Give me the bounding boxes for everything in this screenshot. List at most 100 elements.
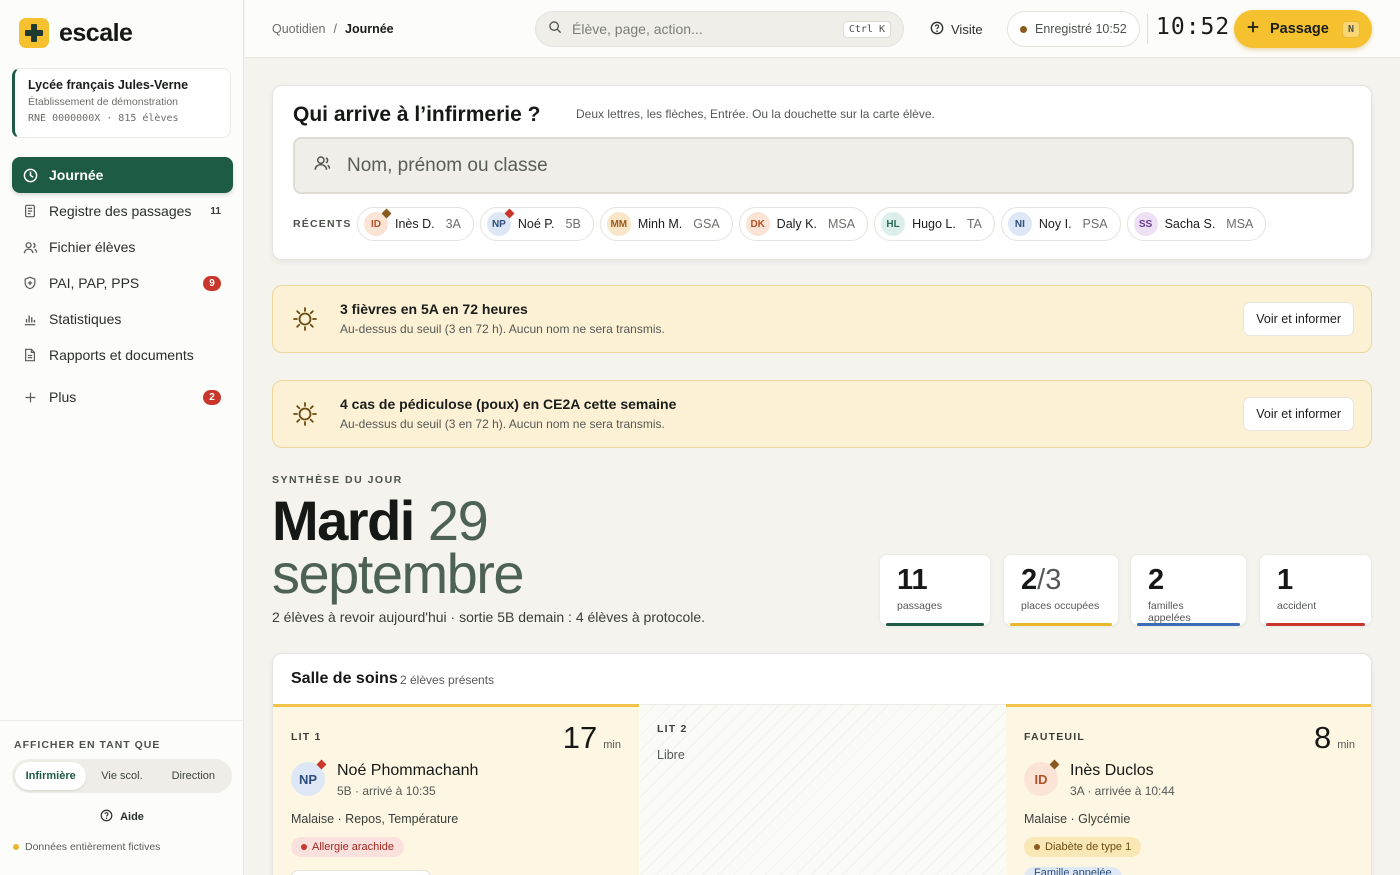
recent-student-chip[interactable]: NI Noy I. PSA	[1000, 207, 1121, 241]
new-passage-label: Passage	[1270, 21, 1329, 37]
report-icon	[22, 347, 38, 363]
avatar: DK	[745, 212, 770, 236]
save-status: Enregistré 10:52	[1007, 11, 1140, 47]
bed-timer: 8 min	[1314, 720, 1355, 756]
global-search-input[interactable]	[572, 21, 843, 37]
role-switcher: Infirmière Vie scol. Direction	[12, 759, 232, 793]
student-meta: 3A · arrivée à 10:44	[1070, 784, 1175, 798]
school-card[interactable]: Lycée français Jules-Verne Établissement…	[12, 68, 231, 138]
avatar: ID	[364, 208, 392, 236]
avatar: NP	[486, 208, 515, 236]
day-summary: 2 élèves à revoir aujourd'hui · sortie 5…	[272, 609, 706, 625]
school-rne: RNE 0000000X · 815 élèves	[28, 113, 179, 124]
passage-shortcut: N	[1341, 20, 1360, 38]
global-search[interactable]: Ctrl K	[535, 11, 904, 47]
sun-icon	[292, 401, 318, 432]
recent-student-chip[interactable]: DK Daly K. MSA	[738, 207, 869, 241]
condition-tag: Diabète de type 1	[1024, 837, 1142, 857]
stat-label: passages	[897, 600, 942, 612]
student-search-input[interactable]	[347, 154, 1334, 177]
status-dot-icon	[301, 844, 307, 850]
student-name[interactable]: Noé Phommachanh	[337, 762, 478, 780]
chip-student-class: MSA	[1226, 217, 1254, 231]
role-option-infirmiere[interactable]: Infirmière	[15, 762, 87, 790]
nav-item-registre[interactable]: Registre des passages 11	[12, 193, 233, 229]
users-icon	[22, 239, 38, 255]
nav-item-rapports[interactable]: Rapports et documents	[12, 337, 233, 373]
plus-icon	[22, 389, 38, 405]
help-label: Aide	[120, 811, 144, 823]
role-option-vie-scolaire[interactable]: Vie scol.	[86, 762, 157, 790]
view-and-inform-button[interactable]: Voir et informer	[1243, 397, 1354, 431]
school-subtitle: Établissement de démonstration	[28, 96, 178, 108]
clock-icon	[22, 167, 38, 183]
stat-accident[interactable]: 1 accident	[1259, 554, 1372, 626]
recent-student-chip[interactable]: ID Inès D. 3A	[357, 207, 474, 241]
alert-flag-icon	[504, 208, 515, 219]
stat-familles[interactable]: 2 familles appelées	[1130, 554, 1247, 626]
bed-slot[interactable]: FAUTEUIL 8 min ID Inès Duclos 3A · arriv…	[1006, 704, 1371, 875]
date-month: septembre	[272, 542, 525, 605]
bar-chart-icon	[22, 311, 38, 327]
cross-logo-icon	[19, 18, 49, 48]
stat-passages[interactable]: 11 passages	[879, 554, 991, 626]
alert-subtitle: Au-dessus du seuil (3 en 72 h). Aucun no…	[340, 322, 665, 336]
bed-minutes: 8	[1314, 720, 1332, 755]
stat-places[interactable]: 2/3 places occupées	[1003, 554, 1119, 626]
recent-student-chip[interactable]: MM Minh M. GSA	[599, 207, 733, 241]
avatar-initials: NI	[1014, 218, 1025, 230]
chip-student-name: Daly K.	[776, 217, 817, 231]
search-icon	[548, 20, 562, 39]
nav-item-plus[interactable]: Plus 2	[12, 379, 233, 415]
care-room-title: Salle de soins	[291, 670, 398, 687]
help-link[interactable]: Aide	[0, 809, 244, 825]
chip-student-name: Minh M.	[637, 217, 683, 231]
shield-icon	[22, 275, 38, 291]
tag-label: Allergie arachide	[312, 841, 394, 853]
arrival-hint: Deux lettres, les flèches, Entrée. Ou la…	[576, 107, 935, 121]
recent-student-chip[interactable]: SS Sacha S. MSA	[1126, 207, 1267, 241]
nav-item-statistiques[interactable]: Statistiques	[12, 301, 233, 337]
chip-student-name: Noé P.	[517, 217, 555, 231]
avatar: SS	[1133, 212, 1158, 236]
clock: 10:52	[1156, 14, 1231, 40]
bed-label: LIT 2	[657, 723, 688, 735]
alert-subtitle: Au-dessus du seuil (3 en 72 h). Aucun no…	[340, 417, 665, 431]
avatar: HL	[881, 212, 906, 236]
recent-student-chip[interactable]: NP Noé P. 5B	[479, 207, 594, 241]
recent-student-chip[interactable]: HL Hugo L. TA	[874, 207, 995, 241]
role-option-direction[interactable]: Direction	[158, 762, 229, 790]
visit-reason: Malaise · Repos, Température	[291, 812, 459, 826]
student-search[interactable]	[293, 137, 1354, 194]
nav-item-pai[interactable]: PAI, PAP, PPS 9	[12, 265, 233, 301]
status-dot-icon	[1034, 844, 1040, 850]
student-name[interactable]: Inès Duclos	[1070, 762, 1154, 780]
bed-minutes: 17	[562, 720, 598, 755]
chip-student-class: TA	[966, 217, 982, 231]
visite-button[interactable]: Visite	[930, 21, 983, 38]
nav-alert-badge: 2	[203, 389, 221, 405]
chip-student-class: MSA	[827, 217, 856, 231]
stat-value: 2	[1021, 564, 1038, 596]
app-logo[interactable]: escale	[19, 18, 133, 48]
nav-label: Fichier élèves	[49, 239, 136, 255]
view-and-inform-button[interactable]: Voir et informer	[1243, 302, 1354, 336]
new-passage-button[interactable]: Passage N	[1234, 10, 1372, 48]
bed-slot-free[interactable]: LIT 2 Libre	[640, 704, 1006, 875]
sun-icon	[292, 306, 318, 337]
stat-label: places occupées	[1021, 600, 1100, 612]
arrival-title: Qui arrive à l’infirmerie ?	[293, 103, 541, 126]
avatar-initials: ID	[371, 218, 381, 230]
bed-action-button[interactable]	[291, 870, 431, 875]
visit-reason: Malaise · Glycémie	[1024, 812, 1131, 826]
bed-slot[interactable]: LIT 1 17 min NP Noé Phommachanh 5B · arr…	[273, 704, 639, 875]
alert-flag-icon	[316, 759, 327, 770]
nav-item-fichier-eleves[interactable]: Fichier élèves	[12, 229, 233, 265]
chip-student-class: PSA	[1082, 217, 1108, 231]
nav-item-journee[interactable]: Journée	[12, 157, 233, 193]
chip-student-name: Sacha S.	[1164, 217, 1216, 231]
view-as-label: AFFICHER EN TANT QUE	[14, 739, 161, 751]
breadcrumb-parent[interactable]: Quotidien	[272, 22, 326, 36]
family-called-tag: Famille appelée	[1024, 867, 1122, 875]
avatar: ID	[1024, 759, 1060, 796]
